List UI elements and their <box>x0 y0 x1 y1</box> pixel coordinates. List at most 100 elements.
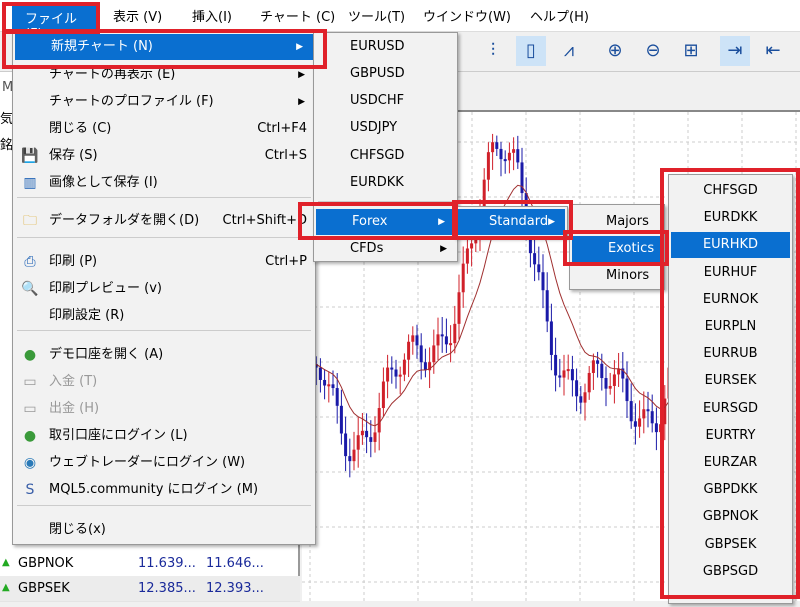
candle-body <box>642 409 646 419</box>
candle-body <box>625 378 629 402</box>
menu-item-eurtry[interactable]: EURTRY <box>669 423 792 449</box>
candle-body <box>449 343 453 346</box>
menu-item-usdjpy[interactable]: USDJPY <box>314 115 457 141</box>
candle-body <box>360 430 364 436</box>
candle-body <box>407 341 411 360</box>
candle-body <box>591 360 595 373</box>
menu-item-0[interactable]: 新規チャート (N) ▶ <box>15 34 313 60</box>
candle-body <box>596 360 600 364</box>
candle-body <box>566 369 570 372</box>
menu-item-gbpsgd[interactable]: GBPSGD <box>669 559 792 585</box>
candle-body <box>579 396 583 403</box>
printer-icon: ⎙ <box>24 254 36 270</box>
candle-body <box>558 375 562 378</box>
menu-item-eurnok[interactable]: EURNOK <box>669 287 792 313</box>
candle-body <box>562 370 566 378</box>
candle-body <box>516 149 520 163</box>
menu-item-8[interactable]: 🔍 印刷プレビュー (v) <box>13 276 315 302</box>
table-row[interactable]: ▲ GBPNOK 11.639... 11.646... <box>0 551 300 577</box>
menu-item-chfsgd[interactable]: CHFSGD <box>669 178 792 204</box>
menu-item-eurdkk[interactable]: EURDKK <box>314 170 457 196</box>
menu-tools[interactable]: ツール(T) <box>348 6 405 25</box>
menu-item-14[interactable]: ◉ ウェブトレーダーにログイン (W) <box>13 450 315 476</box>
menu-item-6[interactable]: 🗀 データフォルダを開く(D) Ctrl+Shift+D <box>13 208 315 234</box>
menu-item-chfsgd[interactable]: CHFSGD <box>314 143 457 169</box>
menu-item-eurhkd[interactable]: EURHKD <box>671 232 790 259</box>
menu-item-exotics[interactable]: Exotics <box>572 236 662 262</box>
menu-item-eurusd[interactable]: EURUSD <box>314 34 457 60</box>
menu-item-cfds[interactable]: CFDs ▶ <box>314 236 457 262</box>
menu-item-label: 印刷 (P) <box>49 254 98 269</box>
menu-insert[interactable]: 挿入(I) <box>192 6 232 25</box>
menu-item-16[interactable]: 閉じる(x) <box>13 517 315 543</box>
menu-item-3[interactable]: 閉じる (C) Ctrl+F4 <box>13 116 315 142</box>
menu-item-label: 印刷設定 (R) <box>49 308 125 323</box>
menu-item-15[interactable]: S MQL5.community にログイン (M) <box>13 477 315 503</box>
candle-body <box>444 336 448 345</box>
menu-item-eurdkk[interactable]: EURDKK <box>669 205 792 231</box>
menu-item-10[interactable]: ● デモ口座を開く (A) <box>13 342 315 368</box>
menu-item-eurhuf[interactable]: EURHUF <box>669 260 792 286</box>
withdraw-icon: ▭ <box>23 401 37 417</box>
menu-item-gbpusd[interactable]: GBPUSD <box>314 61 457 87</box>
menu-window[interactable]: ウインドウ(W) <box>423 6 511 25</box>
menu-item-usdchf[interactable]: USDCHF <box>314 88 457 114</box>
file-menu: 新規チャート (N) ▶ チャートの再表示 (E) ▶ チャートのプロファイル (F) ▶… <box>12 32 316 545</box>
menu-item-gbpnok[interactable]: GBPNOK <box>669 504 792 530</box>
menu-item-11[interactable]: ▭ 入金 (T) <box>13 369 315 395</box>
candlestick-icon[interactable]: ▯ <box>516 36 546 66</box>
menu-item-7[interactable]: ⎙ 印刷 (P) Ctrl+P <box>13 249 315 275</box>
menu-item-gbpdkk[interactable]: GBPDKK <box>669 477 792 503</box>
menu-item-12[interactable]: ▭ 出金 (H) <box>13 396 315 422</box>
menu-item-majors[interactable]: Majors <box>570 209 664 235</box>
menu-item-eursgd[interactable]: EURSGD <box>669 396 792 422</box>
menu-item-4[interactable]: 💾 保存 (S) Ctrl+S <box>13 143 315 169</box>
exotics-submenu: CHFSGD EURDKK EURHKD EURHUF EURNOK EURPLN EURR… <box>668 174 793 604</box>
candle-body <box>423 362 427 371</box>
candle-body <box>659 424 663 433</box>
candle-body <box>335 388 339 406</box>
menu-item-1[interactable]: チャートの再表示 (E) ▶ <box>13 62 315 88</box>
separator <box>17 330 311 331</box>
menu-item-9[interactable]: 印刷設定 (R) <box>13 303 315 329</box>
save-image-icon: ▥ <box>23 175 37 191</box>
candle-body <box>608 385 612 389</box>
menu-item-standard[interactable]: Standard ▶ <box>457 209 565 235</box>
tile-windows-icon[interactable]: ⊞ <box>676 36 706 66</box>
menu-item-minors[interactable]: Minors <box>570 263 664 289</box>
candle-body <box>587 372 591 393</box>
menu-chart[interactable]: チャート (C) <box>260 6 335 25</box>
menu-view[interactable]: 表示 (V) <box>113 6 162 25</box>
submenu-arrow-icon: ▶ <box>440 244 447 254</box>
menu-item-2[interactable]: チャートのプロファイル (F) ▶ <box>13 89 315 115</box>
zoom-in-icon[interactable]: ⊕ <box>600 36 630 66</box>
candle-body <box>390 367 394 370</box>
menu-item-13[interactable]: ● 取引口座にログイン (L) <box>13 423 315 449</box>
candle-body <box>612 374 616 386</box>
menu-item-5[interactable]: ▥ 画像として保存 (I) <box>13 170 315 196</box>
candle-body <box>377 408 381 433</box>
auto-scroll-icon[interactable]: ⇥ <box>720 36 750 66</box>
table-row[interactable]: ▲ GBPSEK 12.385... 12.393... <box>0 576 300 602</box>
menu-item-eurzar[interactable]: EURZAR <box>669 450 792 476</box>
menu-item-eursek[interactable]: EURSEK <box>669 368 792 394</box>
menu-item-eurpln[interactable]: EURPLN <box>669 314 792 340</box>
candle-body <box>554 354 558 376</box>
candle-body <box>533 253 537 265</box>
menu-help[interactable]: ヘルプ(H) <box>530 6 589 25</box>
standard-submenu: Majors Exotics Minors <box>569 204 665 290</box>
menu-item-eurrub[interactable]: EURRUB <box>669 341 792 367</box>
bar-chart-icon[interactable]: ⫶ <box>478 36 508 66</box>
menu-file[interactable]: ファイル (F) <box>12 3 98 42</box>
login-account-icon: ● <box>23 428 37 444</box>
candle-body <box>465 248 469 264</box>
menu-item-forex[interactable]: Forex ▶ <box>316 209 455 235</box>
webtrader-icon: ◉ <box>23 455 37 471</box>
chart-shift-icon[interactable]: ⇤ <box>758 36 788 66</box>
folder-icon: 🗀 <box>23 213 37 229</box>
menu-bar: ファイル (F) 表示 (V) 挿入(I) チャート (C) ツール(T) ウイ… <box>0 0 800 42</box>
menu-item-gbpsek[interactable]: GBPSEK <box>669 532 792 558</box>
zoom-out-icon[interactable]: ⊖ <box>638 36 668 66</box>
shortcut: Ctrl+Shift+D <box>222 213 307 228</box>
line-chart-icon[interactable]: ⩘ <box>554 36 584 66</box>
